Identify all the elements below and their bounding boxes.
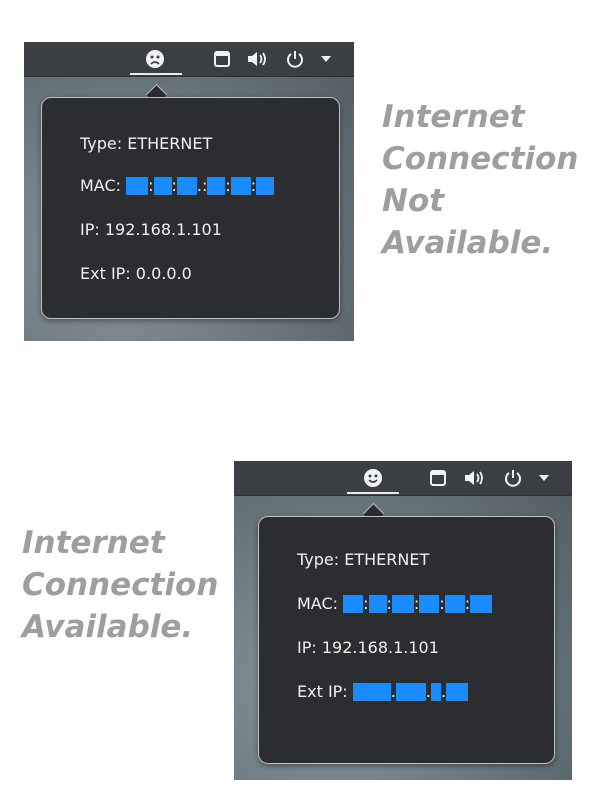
network-popup: Type: ETHERNET MAC: : : : : : IP: 192.16… [258,516,555,764]
mac-address-row: MAC: : : .: : : [80,176,275,195]
mac-label: MAC: [297,594,339,613]
redacted-mac-octet [444,594,465,613]
redacted-mac-octet [153,176,172,195]
connection-type: Type: ETHERNET [297,550,430,569]
caption-line: Internet [22,525,165,561]
ext-ip-label: Ext IP: [80,264,131,283]
mac-address-row: MAC: : : : : : [297,594,493,613]
happy-face-icon[interactable] [360,468,386,488]
redacted-ext-ip-octet [430,682,441,701]
redacted-mac-octet [126,176,149,195]
redacted-ext-ip-octet [395,682,426,701]
redacted-mac-octet [343,594,364,613]
caption-line: Available. [22,609,194,645]
window-icon[interactable] [427,468,449,488]
active-indicator [347,492,399,494]
redacted-mac-octet [230,176,251,195]
sad-face-icon[interactable] [142,49,168,69]
redacted-mac-octet [470,594,493,613]
redacted-mac-octet [368,594,387,613]
caption-not-available: Internet Connection Not Available. [382,96,578,264]
redacted-mac-octet [176,176,197,195]
redacted-ext-ip-octet [352,682,391,701]
dropdown-arrow-icon[interactable] [319,49,333,69]
ip-address: IP: 192.168.1.101 [80,220,222,239]
caption-available: Internet Connection Available. [22,522,218,648]
volume-icon[interactable] [245,49,271,69]
caption-line: Connection [22,567,219,603]
power-icon[interactable] [502,468,524,488]
ext-ip-value: 0.0.0.0 [135,264,192,283]
redacted-mac-octet [207,176,226,195]
network-popup: Type: ETHERNET MAC: : : .: : : IP: 192.1… [41,97,340,319]
screenshot-not-available: Type: ETHERNET MAC: : : .: : : IP: 192.1… [24,42,354,341]
active-indicator [130,73,182,75]
ext-ip-row: Ext IP: 0.0.0.0 [80,264,192,283]
screenshot-available: Type: ETHERNET MAC: : : : : : IP: 192.16… [234,461,572,780]
redacted-mac-octet [256,176,275,195]
caption-line: Internet [382,99,525,135]
ip-address: IP: 192.168.1.101 [297,638,439,657]
ext-ip-label: Ext IP: [297,682,348,701]
ext-ip-row: Ext IP: . . . [297,682,469,701]
connection-type: Type: ETHERNET [80,134,213,153]
top-bar [24,42,354,77]
caption-line: Connection [382,141,579,177]
redacted-mac-octet [391,594,414,613]
mac-label: MAC: [80,176,122,195]
redacted-mac-octet [419,594,440,613]
caption-line: Not [382,183,445,219]
volume-icon[interactable] [462,468,488,488]
window-icon[interactable] [211,49,233,69]
power-icon[interactable] [284,49,306,69]
dropdown-arrow-icon[interactable] [537,468,551,488]
caption-line: Available. [382,225,554,261]
redacted-ext-ip-octet [446,682,469,701]
top-bar [234,461,572,496]
